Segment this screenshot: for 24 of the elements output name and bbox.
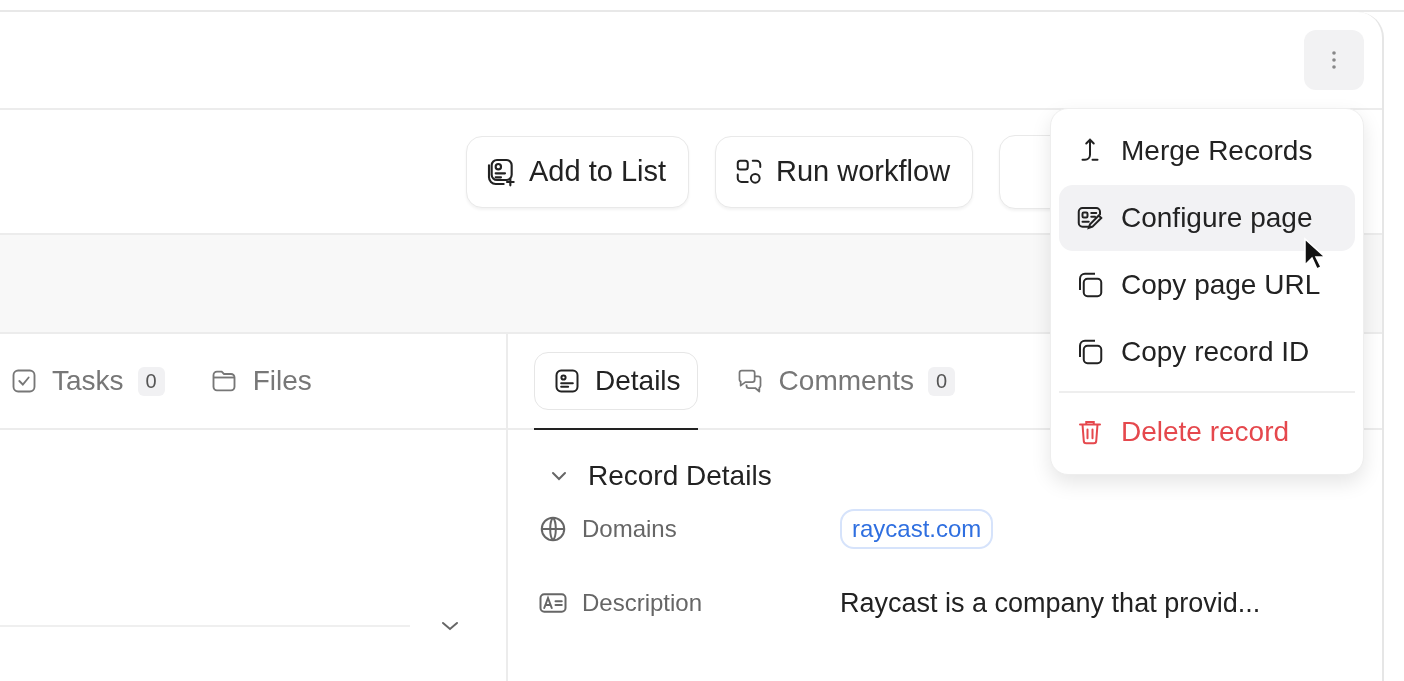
menu-item[interactable]: Copy page URL	[1059, 252, 1355, 318]
tab[interactable]: Files	[208, 365, 312, 397]
menu-item[interactable]: Delete record	[1059, 399, 1355, 465]
count-badge: 0	[137, 366, 165, 396]
menu-item[interactable]: Copy record ID	[1059, 319, 1355, 385]
field-label: Description	[582, 589, 703, 617]
toolbar-button[interactable]: Run workflow	[715, 135, 974, 208]
field-label: Domains	[582, 515, 677, 543]
tab[interactable]: Tasks 0	[10, 365, 165, 397]
menu-item[interactable]: Merge Records	[1059, 118, 1355, 184]
mouse-pointer-icon	[1303, 237, 1325, 271]
domain-link[interactable]: raycast.com	[840, 509, 994, 549]
tab[interactable]: Comments 0	[715, 334, 973, 430]
details-card-icon	[553, 367, 581, 395]
field-value: Raycast is a company that provid...	[840, 587, 1261, 619]
globe-icon	[538, 514, 568, 544]
menu-item[interactable]: Configure page	[1059, 185, 1355, 251]
checkbox-icon	[10, 367, 38, 395]
chevron-down-icon[interactable]	[550, 470, 568, 482]
count-badge: 0	[927, 366, 956, 396]
toolbar-button[interactable]: Add to List	[466, 135, 690, 208]
more-icon	[1331, 50, 1337, 70]
chevron-down-icon[interactable]	[440, 620, 460, 632]
section-title: Record Details	[588, 460, 772, 492]
